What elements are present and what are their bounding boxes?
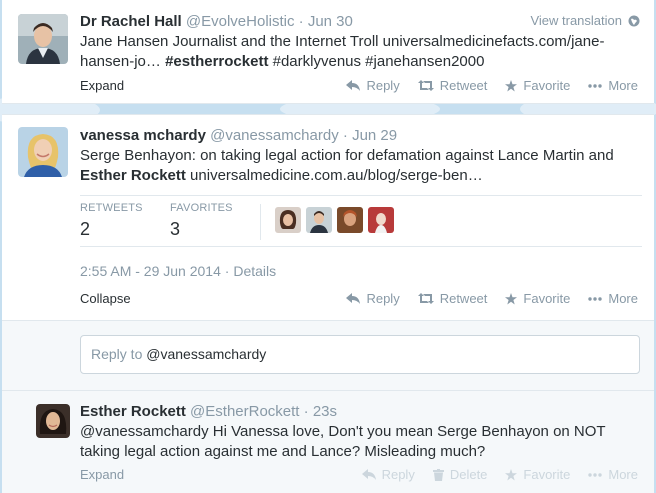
tweet-stats: RETWEETS 2 FAVORITES 3 [80,195,642,247]
favorite-button[interactable]: Favorite [505,78,570,93]
reply-icon [361,469,376,480]
avatar[interactable] [18,14,68,64]
mention-bold: Esther Rockett [80,167,186,184]
delete-label: Delete [449,467,488,482]
favorite-button[interactable]: Favorite [505,291,570,306]
retweet-label: Retweet [439,78,488,93]
separator: · [303,403,309,420]
collapse-link[interactable]: Collapse [80,291,131,306]
retweets-stat[interactable]: RETWEETS 2 [80,202,143,240]
favorite-label: Favorite [523,78,571,93]
delete-button[interactable]: Delete [432,467,488,482]
more-button[interactable]: More [588,78,638,93]
tweet-header: Dr Rachel Hall @EvolveHolistic · Jun 30 [80,13,353,30]
favorites-stat[interactable]: FAVORITES 3 [170,202,233,240]
author-name[interactable]: Dr Rachel Hall [80,13,182,30]
tweet-text: Serge Benhayon: on taking legal action f… [80,146,646,186]
author-handle[interactable]: @EvolveHolistic [186,13,295,30]
retweets-label: RETWEETS [80,202,143,214]
separator: · [298,13,304,30]
more-dots-icon [588,472,603,477]
more-button[interactable]: More [588,291,638,306]
tweet-actions: Reply Delete Favorite More [361,467,638,482]
more-label: More [608,291,638,306]
retweets-count: 2 [80,219,91,239]
retweet-button[interactable]: Retweet [417,291,488,306]
favoriter-avatar[interactable] [275,207,301,233]
favorite-button[interactable]: Favorite [505,467,570,482]
reply-button[interactable]: Reply [346,78,400,93]
avatar[interactable] [36,404,70,438]
stats-divider [260,204,261,240]
reply-mention: @vanessamchardy [146,346,267,362]
tweet-text-part: Serge Benhayon: on taking legal action f… [80,147,614,164]
favorite-label: Favorite [523,467,571,482]
tweet-esther-rockett[interactable]: Esther Rockett @EstherRockett · 23s @van… [2,390,654,493]
tweet-text-part: #darklyvenus #janehansen2000 [272,53,485,70]
tweet-actions: Reply Retweet Favorite More [346,291,638,306]
timestamp-text: 2:55 AM - 29 Jun 2014 [80,263,221,279]
reply-button[interactable]: Reply [361,467,415,482]
tweet-actions: Reply Retweet Favorite More [346,78,638,93]
retweet-button[interactable]: Retweet [417,78,488,93]
reply-label: Reply [381,467,415,482]
reply-input[interactable]: Reply to @vanessamchardy [80,335,640,374]
reply-placeholder-prefix: Reply to [91,346,143,362]
reply-label: Reply [366,78,400,93]
details-link[interactable]: Details [233,263,276,279]
reply-box-container: Reply to @vanessamchardy [2,320,654,390]
reply-button[interactable]: Reply [346,291,400,306]
favorite-label: Favorite [523,291,571,306]
tweet-link[interactable]: universalmedicine.com.au/blog/serge-ben… [190,167,483,184]
reply-label: Reply [366,291,400,306]
tweet-time[interactable]: 23s [313,403,337,420]
tweet-time[interactable]: Jun 30 [308,13,353,30]
tweet-vanessa-mchardy[interactable]: vanessa mchardy @vanessamchardy · Jun 29… [2,114,654,320]
expand-link[interactable]: Expand [80,467,124,482]
separator: · [342,127,348,144]
retweet-icon [417,293,434,304]
author-name[interactable]: vanessa mchardy [80,127,206,144]
reply-icon [346,80,361,91]
globe-icon [628,15,640,26]
expand-link[interactable]: Expand [80,78,124,93]
tweet-text: Jane Hansen Journalist and the Internet … [80,32,640,72]
author-name[interactable]: Esther Rockett [80,403,186,420]
tweet-text: @vanessamchardy Hi Vanessa love, Don't y… [80,423,606,460]
view-translation-link[interactable]: View translation [530,13,640,28]
favorites-label: FAVORITES [170,202,233,214]
more-dots-icon [588,296,603,301]
tweet-time[interactable]: Jun 29 [352,127,397,144]
favoriter-avatar[interactable] [368,207,394,233]
favoriter-avatar[interactable] [337,207,363,233]
star-icon [505,79,518,91]
star-icon [505,468,518,480]
tweet-header: Esther Rockett @EstherRockett · 23s [80,403,337,420]
favoriter-avatar[interactable] [306,207,332,233]
more-button[interactable]: More [588,467,638,482]
author-handle[interactable]: @EstherRockett [190,403,299,420]
trash-icon [432,468,444,481]
author-handle[interactable]: @vanessamchardy [210,127,339,144]
favorites-count: 3 [170,219,181,239]
retweet-icon [417,80,434,91]
avatar[interactable] [18,127,68,177]
tweet-rachel-hall[interactable]: Dr Rachel Hall @EvolveHolistic · Jun 30 … [2,0,654,104]
retweet-label: Retweet [439,291,488,306]
more-dots-icon [588,83,603,88]
hashtag-link[interactable]: #estherrockett [165,53,268,70]
reply-icon [346,293,361,304]
more-label: More [608,78,638,93]
star-icon [505,292,518,304]
view-translation-label: View translation [530,13,622,28]
more-label: More [608,467,638,482]
tweet-header: vanessa mchardy @vanessamchardy · Jun 29 [80,127,397,144]
tweet-timestamp: 2:55 AM - 29 Jun 2014 · Details [80,263,276,279]
